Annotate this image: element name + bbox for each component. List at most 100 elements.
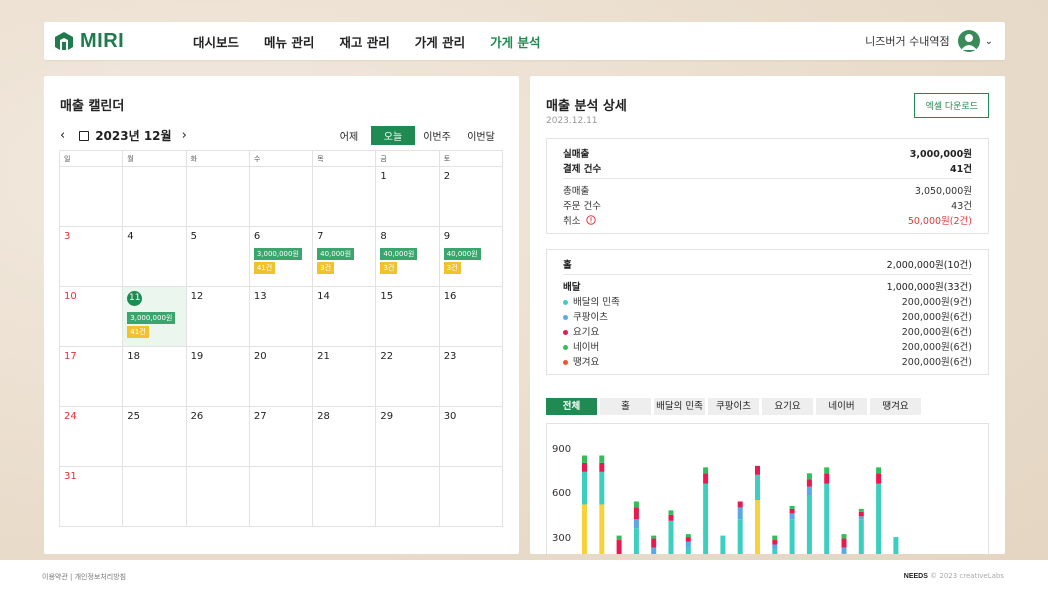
calendar-day-cell[interactable]: 7 40,000원 3건	[312, 226, 377, 287]
nav-menu-management[interactable]: 메뉴 관리	[264, 32, 314, 51]
prev-month-icon[interactable]: ‹	[60, 128, 65, 143]
chart-bar-segment[interactable]	[858, 516, 864, 520]
chart-bar-segment[interactable]	[806, 495, 812, 554]
chart-bar-segment[interactable]	[703, 483, 709, 554]
chart-bar-segment[interactable]	[599, 504, 605, 554]
calendar-day-cell[interactable]: 22	[375, 346, 440, 407]
nav-store-analysis[interactable]: 가게 분석	[490, 32, 540, 51]
chart-bar-segment[interactable]	[858, 519, 864, 554]
calendar-day-cell[interactable]: 8 40,000원 3건	[375, 226, 440, 287]
quick-this-month-button[interactable]: 이번달	[459, 126, 503, 145]
chart-bar-segment[interactable]	[685, 537, 691, 542]
quick-this-week-button[interactable]: 이번주	[415, 126, 459, 145]
calendar-day-cell[interactable]: 15	[375, 286, 440, 347]
chart-bar-segment[interactable]	[582, 504, 587, 554]
chart-bar-segment[interactable]	[599, 462, 605, 472]
chart-bar-segment[interactable]	[841, 553, 847, 554]
calendar-day-cell[interactable]: 29	[375, 406, 440, 467]
info-icon[interactable]	[585, 214, 596, 225]
chart-bar-segment[interactable]	[582, 455, 587, 463]
calendar-day-cell[interactable]: 31	[58, 466, 124, 527]
chart-bar-segment[interactable]	[806, 479, 812, 487]
chart-bar-segment[interactable]	[737, 507, 743, 520]
chart-bar-segment[interactable]	[668, 520, 674, 554]
chart-bar-segment[interactable]	[737, 501, 743, 508]
chart-bar-segment[interactable]	[703, 467, 709, 474]
chart-bar-segment[interactable]	[582, 471, 587, 505]
calendar-day-cell[interactable]: 3	[58, 226, 124, 287]
chart-bar-segment[interactable]	[806, 473, 812, 480]
calendar-day-cell[interactable]: 27	[248, 406, 314, 467]
chart-bar-segment[interactable]	[633, 507, 639, 520]
chart-bar-segment[interactable]	[806, 486, 812, 496]
calendar-day-cell[interactable]: 14	[312, 286, 377, 347]
chart-bar-segment[interactable]	[772, 535, 778, 541]
chart-bar-segment[interactable]	[789, 519, 795, 554]
chart-bar-segment[interactable]	[651, 538, 657, 548]
chart-bar-segment[interactable]	[633, 528, 639, 554]
chart-bar-segment[interactable]	[685, 547, 691, 554]
chart-bar-segment[interactable]	[668, 510, 674, 515]
chart-bar-segment[interactable]	[841, 534, 847, 539]
chart-bar-segment[interactable]	[668, 514, 674, 521]
calendar-day-cell[interactable]: 25	[122, 406, 187, 467]
chart-bar-segment[interactable]	[599, 471, 605, 505]
chart-bar-segment[interactable]	[633, 519, 639, 529]
calendar-day-cell[interactable]: 30	[438, 406, 504, 467]
chart-bar-segment[interactable]	[755, 465, 760, 475]
chart-bar-segment[interactable]	[582, 462, 587, 472]
calendar-day-cell[interactable]: 28	[312, 406, 377, 467]
chart-bar-segment[interactable]	[789, 513, 795, 520]
chart-bar-segment[interactable]	[720, 535, 726, 554]
nav-inventory-management[interactable]: 재고 관리	[339, 32, 389, 51]
chart-bar-segment[interactable]	[685, 541, 691, 548]
calendar-day-cell[interactable]: 5	[185, 226, 250, 287]
user-menu[interactable]: 니즈버거 수내역점 ⌄	[865, 30, 993, 52]
chart-bar-segment[interactable]	[824, 483, 830, 554]
chart-bar-segment[interactable]	[858, 511, 864, 517]
chart-bar-segment[interactable]	[755, 474, 760, 500]
chart-bar-segment[interactable]	[651, 535, 657, 539]
chart-bar-segment[interactable]	[685, 534, 691, 538]
calendar-day-cell[interactable]: 12	[185, 286, 250, 347]
next-month-icon[interactable]: ›	[182, 128, 187, 143]
chart-bar-segment[interactable]	[651, 547, 657, 554]
chart-bar-segment[interactable]	[824, 473, 830, 484]
chart-bar-segment[interactable]	[772, 540, 778, 545]
chart-bar-segment[interactable]	[616, 535, 622, 541]
calendar-day-cell[interactable]: 10	[58, 286, 124, 347]
chart-bar-segment[interactable]	[824, 467, 830, 474]
chart-bar-segment[interactable]	[876, 473, 882, 484]
calendar-day-cell[interactable]: 19	[185, 346, 250, 407]
calendar-day-cell[interactable]: 18	[122, 346, 187, 407]
chart-bar-segment[interactable]	[737, 519, 743, 554]
chart-bar-segment[interactable]	[772, 548, 778, 554]
channel-tab[interactable]: 땡겨요	[870, 398, 921, 415]
chart-bar-segment[interactable]	[858, 508, 864, 512]
chart-bar-segment[interactable]	[789, 508, 795, 514]
calendar-day-cell[interactable]: 1	[375, 166, 440, 227]
channel-tab[interactable]: 네이버	[816, 398, 867, 415]
calendar-day-cell[interactable]: 9 40,000원 3건	[438, 226, 504, 287]
calendar-day-cell[interactable]: 26	[185, 406, 250, 467]
chart-bar-segment[interactable]	[893, 537, 899, 554]
chart-bar-segment[interactable]	[841, 547, 847, 554]
calendar-day-cell[interactable]: 4	[122, 226, 187, 287]
quick-today-button[interactable]: 오늘	[371, 126, 415, 145]
chart-bar-segment[interactable]	[755, 500, 760, 554]
calendar-day-cell[interactable]: 2	[438, 166, 504, 227]
chevron-down-icon[interactable]: ⌄	[985, 36, 993, 47]
calendar-day-cell[interactable]: 11 3,000,000원 41건	[122, 286, 187, 347]
channel-tab[interactable]: 배달의 민족	[654, 398, 705, 415]
excel-download-button[interactable]: 엑셀 다운로드	[914, 93, 989, 118]
calendar-day-cell[interactable]: 16	[438, 286, 504, 347]
calendar-day-cell[interactable]: 21	[312, 346, 377, 407]
calendar-day-cell[interactable]: 6 3,000,000원 41건	[248, 226, 314, 287]
nav-dashboard[interactable]: 대시보드	[193, 32, 239, 51]
logo[interactable]: MIRI	[54, 30, 174, 53]
chart-bar-segment[interactable]	[841, 538, 847, 548]
calendar-day-cell[interactable]: 17	[58, 346, 124, 407]
calendar-day-cell[interactable]: 24	[58, 406, 124, 467]
calendar-day-cell[interactable]: 20	[248, 346, 314, 407]
chart-bar-segment[interactable]	[633, 501, 639, 508]
